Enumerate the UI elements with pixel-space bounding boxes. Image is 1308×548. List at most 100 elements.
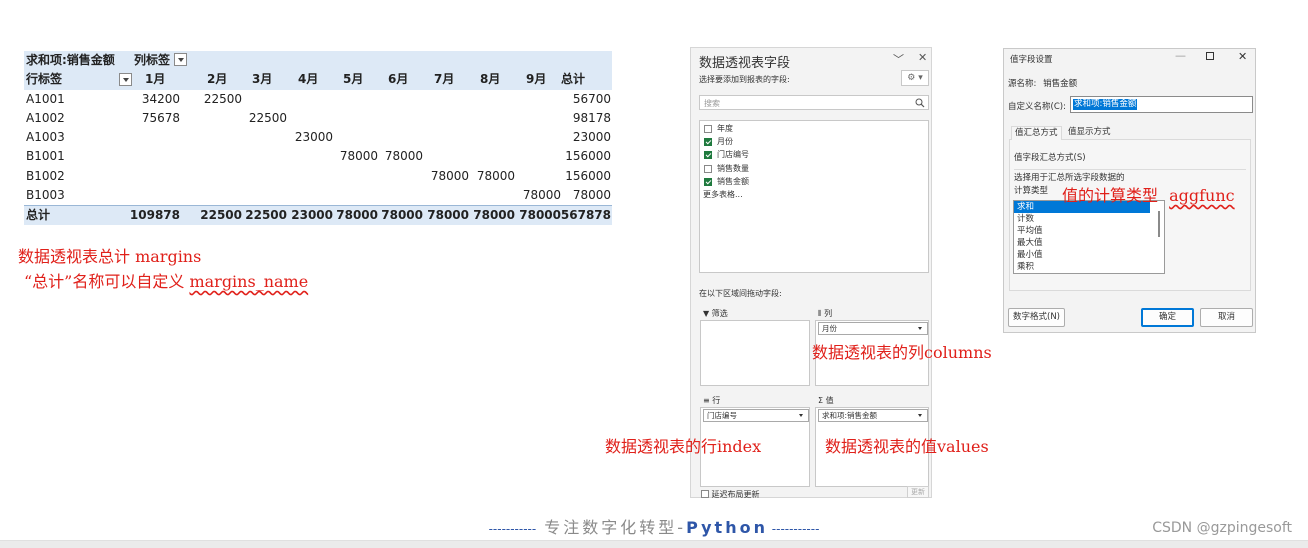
aggfunc-annotation: 值的计算类型 aggfunc [1062, 182, 1235, 206]
field-checkbox[interactable] [704, 177, 712, 186]
values-annotation: 数据透视表的值values [825, 437, 989, 456]
source-name-value: 销售金额 [1043, 79, 1078, 89]
field-checkbox[interactable] [704, 125, 712, 133]
rows-label: 行 [712, 396, 721, 405]
columns-area-label: ⦀ 列 [818, 308, 832, 319]
field-item[interactable]: 月份 [700, 135, 928, 148]
calc-option[interactable]: 最小值 [1014, 249, 1164, 261]
custom-name-input[interactable]: 求和项:销售金额 [1070, 96, 1253, 113]
calc-option[interactable]: 最大值 [1014, 237, 1164, 249]
index-annotation: 数据透视表的行index [605, 437, 762, 456]
row-total-cell: 78000 [572, 188, 611, 203]
ok-button[interactable]: 确定 [1141, 308, 1194, 327]
field-list-subtitle: 选择要添加到报表的字段: [699, 75, 790, 84]
slogan-dash-right: ----------- [767, 522, 820, 536]
rows-chip-store[interactable]: 门店编号 [703, 409, 809, 422]
calc-option[interactable]: 平均值 [1014, 225, 1164, 237]
field-item[interactable]: 销售数量 [700, 162, 928, 175]
minimize-icon[interactable]: — [1175, 49, 1186, 62]
pivot-field-list-panel: 数据透视表字段 ﹀ ✕ 选择要添加到报表的字段: ⚙ ▾ 搜索 年度 月份 门店编号… [690, 47, 932, 499]
rows-icon: ≡ [703, 396, 710, 405]
month-header: 6月 [388, 72, 409, 87]
grand-total-cell: 78000 [519, 208, 561, 223]
calc-option[interactable]: 计数 [1014, 213, 1164, 225]
columns-annotation: 数据透视表的列columns [812, 343, 992, 362]
rows-area-label: ≡ 行 [703, 395, 720, 406]
maximize-icon[interactable] [1206, 52, 1214, 60]
row-label: A1001 [26, 91, 65, 106]
calc-option[interactable]: 乘积 [1014, 261, 1164, 273]
values-label: 值 [825, 396, 834, 405]
section-divider [1014, 169, 1246, 170]
dialog-close-icon[interactable]: ✕ [1238, 50, 1247, 63]
tab-show-values-as[interactable]: 值显示方式 [1065, 126, 1114, 140]
field-item[interactable]: 销售金额 [700, 175, 928, 188]
custom-name-value: 求和项:销售金额 [1073, 99, 1138, 110]
search-placeholder: 搜索 [704, 99, 720, 108]
filter-area[interactable] [700, 320, 810, 386]
pivot-cell: 78000 [339, 149, 378, 164]
pivot-col-label-group: 列标签 [134, 51, 188, 70]
section-label: 值字段汇总方式(S) [1014, 153, 1086, 163]
row-total-cell: 156000 [565, 149, 611, 164]
footer-slogan: ----------- 专注数字化转型-Python ----------- [0, 514, 1308, 538]
settings-gear-icon[interactable]: ⚙ ▾ [901, 70, 929, 86]
calc-options: 求和 计数 平均值 最大值 最小值 乘积 [1014, 201, 1164, 273]
pivot-body: A1001 34200 22500 56700 A1002 75678 22500 98178… [24, 90, 612, 206]
pivot-col-label: 列标签 [134, 53, 171, 67]
month-header: 7月 [434, 72, 455, 87]
field-checkbox[interactable] [704, 164, 712, 173]
margins-name-annotation: “总计”名称可以自定义 margins_name [24, 268, 308, 292]
pivot-grand-total-row: 总计 109878 22500 22500 23000 78000 78000 78000 7… [24, 205, 612, 225]
pivot-corner-row: 求和项:销售金额 列标签 [24, 51, 612, 71]
row-label: B1001 [26, 149, 65, 164]
listbox-scrollbar[interactable] [1158, 211, 1160, 237]
field-item[interactable]: 年度 [700, 122, 928, 135]
field-list-title: 数据透视表字段 [699, 56, 791, 71]
number-format-button[interactable]: 数字格式(N) [1008, 308, 1065, 327]
field-item[interactable]: 门店编号 [700, 148, 928, 161]
sigma-icon: Σ [818, 396, 824, 405]
row-filter-dropdown-icon[interactable] [119, 73, 132, 87]
grand-total-cell: 78000 [427, 208, 469, 223]
update-button[interactable]: 更新 [907, 486, 929, 498]
row-total-cell: 56700 [572, 91, 611, 106]
columns-label: 列 [824, 309, 833, 318]
dialog-title: 值字段设置 [1010, 55, 1053, 65]
close-icon[interactable]: ✕ [918, 51, 927, 64]
column-filter-dropdown-icon[interactable] [174, 53, 188, 66]
field-checkbox[interactable] [704, 151, 712, 160]
pivot-cell: 75678 [141, 110, 180, 125]
defer-update-label: 延迟布局更新 [711, 490, 760, 499]
grand-total-cell: 78000 [473, 208, 515, 223]
collapse-icon[interactable]: ﹀ [893, 51, 904, 67]
field-search-input[interactable]: 搜索 [699, 95, 929, 110]
month-header: 1月 [145, 72, 166, 87]
margins-name-param: margins_name [189, 272, 309, 291]
grand-total-value: 567878 [560, 208, 611, 223]
calc-type-annotation: 值的计算类型 [1062, 186, 1159, 205]
month-header: 5月 [343, 72, 364, 87]
cancel-button[interactable]: 取消 [1200, 308, 1253, 327]
pivot-row: B1002 78000 78000 156000 [24, 167, 612, 186]
field-checkbox[interactable] [704, 138, 712, 147]
values-chip-sales[interactable]: 求和项:销售金额 [818, 409, 928, 422]
field-list-box: 年度 月份 门店编号 销售数量 销售金额 更多表格... [699, 120, 929, 273]
pivot-row: A1003 23000 23000 [24, 128, 612, 147]
drag-hint: 在以下区域间拖动字段: [699, 289, 782, 298]
defer-update-checkbox[interactable] [701, 490, 709, 498]
total-header: 总计 [561, 72, 586, 87]
slogan-dash-left: ----------- [488, 522, 537, 536]
tab-summarize-by[interactable]: 值汇总方式 [1011, 126, 1062, 140]
source-name-label: 源名称: [1008, 79, 1037, 89]
more-tables-link[interactable]: 更多表格... [700, 188, 928, 201]
calc-type-listbox[interactable]: 求和 计数 平均值 最大值 最小值 乘积 [1013, 200, 1165, 274]
aggfunc-param: aggfunc [1169, 186, 1235, 205]
pivot-row: B1001 78000 78000 156000 [24, 147, 612, 166]
margins-name-text: “总计”名称可以自定义 [24, 272, 190, 291]
source-name-row: 源名称: 销售金额 [1008, 77, 1077, 89]
margins-annotation: 数据透视表总计 margins [18, 247, 202, 266]
row-total-cell: 98178 [572, 110, 611, 125]
bottom-scrollbar[interactable] [0, 540, 1308, 548]
columns-chip-month[interactable]: 月份 [818, 322, 928, 335]
